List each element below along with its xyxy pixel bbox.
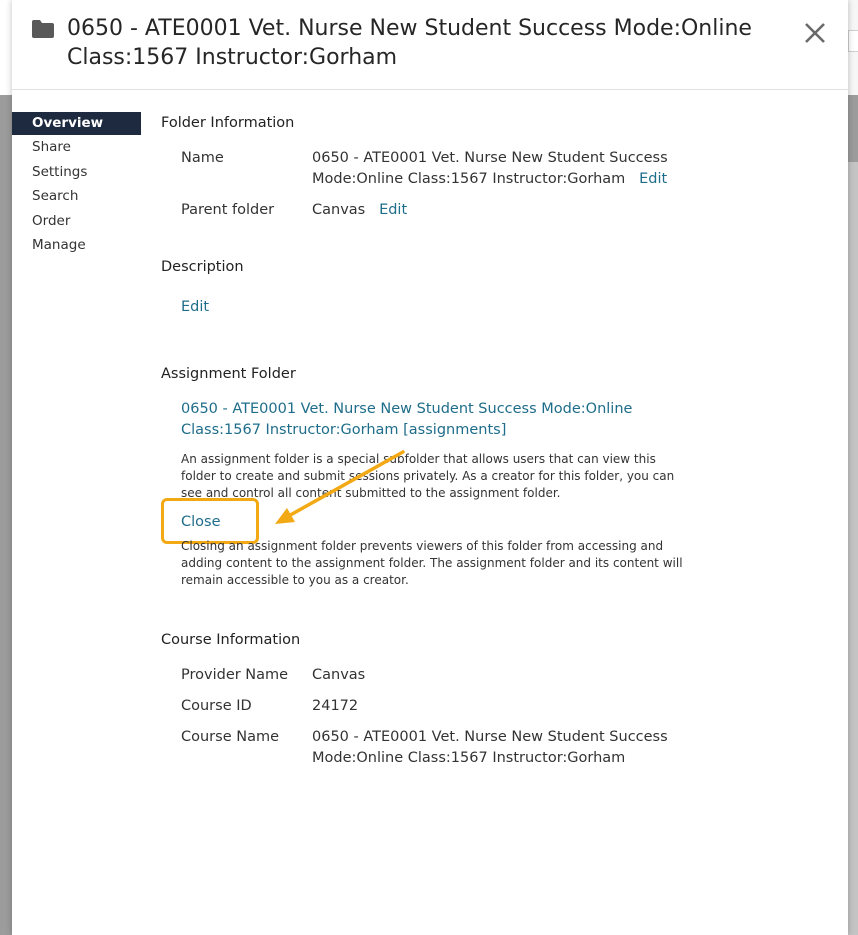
- dialog-title: 0650 - ATE0001 Vet. Nurse New Student Su…: [67, 16, 752, 70]
- arrow-icon: [275, 450, 405, 524]
- course-information-heading: Course Information: [161, 632, 301, 648]
- name-label: Name: [181, 150, 224, 166]
- edit-parent-link[interactable]: Edit: [379, 202, 407, 218]
- dialog-header: 0650 - ATE0001 Vet. Nurse New Student Su…: [12, 0, 848, 90]
- course-id-label: Course ID: [181, 698, 252, 714]
- background-overlay-left: [0, 95, 12, 935]
- provider-name-value: Canvas: [312, 667, 366, 683]
- course-name-value: 0650 - ATE0001 Vet. Nurse New Student Su…: [312, 729, 668, 766]
- folder-icon: [32, 20, 54, 38]
- sidebar-item-order[interactable]: Order: [12, 209, 141, 234]
- assignment-folder-explanation: An assignment folder is a special subfol…: [181, 452, 675, 500]
- background-overlay-right-lower: [848, 162, 858, 935]
- edit-description-link[interactable]: Edit: [181, 299, 209, 315]
- course-id-value: 24172: [312, 698, 359, 714]
- sidebar-item-overview[interactable]: Overview: [12, 112, 141, 135]
- close-assignment-folder-link[interactable]: Close: [181, 514, 221, 530]
- parent-folder-label: Parent folder: [181, 202, 275, 218]
- assignment-folder-heading: Assignment Folder: [161, 366, 296, 382]
- folder-name-text: 0650 - ATE0001 Vet. Nurse New Student Su…: [312, 150, 668, 187]
- settings-sidebar: Overview Share Settings Search Order Man…: [12, 112, 141, 258]
- provider-name-label: Provider Name: [181, 667, 289, 683]
- parent-folder-text: Canvas: [312, 202, 366, 218]
- description-heading: Description: [161, 259, 244, 275]
- background-overlay-right: [848, 95, 858, 162]
- parent-folder-value: Canvas Edit: [312, 200, 712, 221]
- background-search-box: [848, 30, 858, 52]
- folder-settings-dialog: 0650 - ATE0001 Vet. Nurse New Student Su…: [12, 0, 848, 935]
- name-value: 0650 - ATE0001 Vet. Nurse New Student Su…: [312, 148, 682, 190]
- assignment-folder-link[interactable]: 0650 - ATE0001 Vet. Nurse New Student Su…: [181, 399, 651, 441]
- sidebar-item-settings[interactable]: Settings: [12, 160, 141, 185]
- folder-information-heading: Folder Information: [161, 115, 295, 131]
- close-explanation: Closing an assignment folder prevents vi…: [181, 539, 683, 587]
- course-name-label: Course Name: [181, 729, 280, 745]
- sidebar-item-manage[interactable]: Manage: [12, 233, 141, 258]
- close-icon[interactable]: [800, 18, 830, 48]
- edit-name-link[interactable]: Edit: [639, 171, 667, 187]
- sidebar-item-search[interactable]: Search: [12, 184, 141, 209]
- sidebar-item-share[interactable]: Share: [12, 135, 141, 160]
